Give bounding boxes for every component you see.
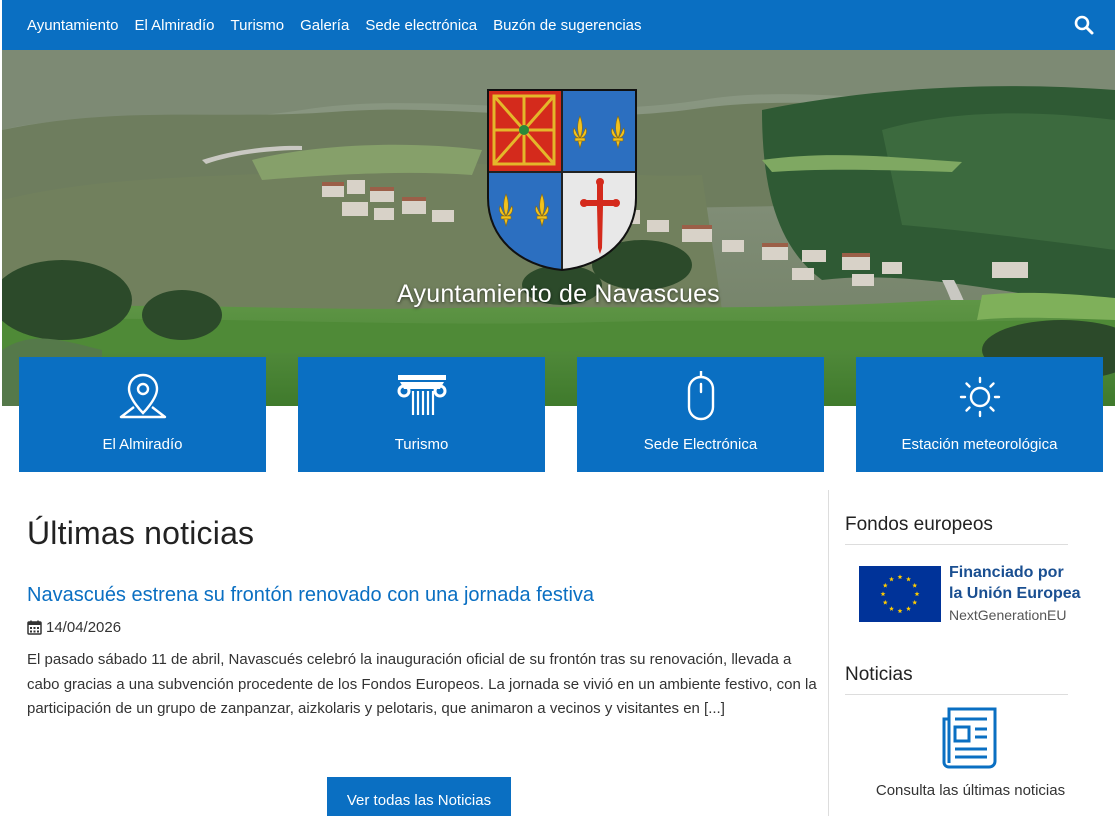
news-title-link[interactable]: Navascués estrena su frontón renovado co… (27, 584, 594, 607)
calendar-icon (27, 620, 42, 635)
tile-sede-electronica[interactable]: Sede Electrónica (577, 357, 824, 472)
nav-item-ayuntamiento[interactable]: Ayuntamiento (27, 17, 118, 34)
map-pin-icon (119, 373, 166, 419)
column-icon (397, 375, 446, 415)
tile-estacion-meteorologica[interactable]: Estación meteorológica (856, 357, 1103, 472)
tile-turismo[interactable]: Turismo (298, 357, 545, 472)
site-title: Ayuntamiento de Navascues (397, 280, 720, 308)
news-sidebar-heading: Noticias (845, 664, 1068, 695)
eu-funding-line-1: Financiado por (949, 564, 1064, 581)
search-icon[interactable] (1073, 14, 1095, 36)
nav-item-sede-electronica[interactable]: Sede electrónica (365, 17, 477, 34)
coat-of-arms-icon (487, 89, 637, 272)
latest-news-link[interactable]: Consulta las últimas noticias (845, 782, 1096, 799)
tile-label: Estación meteorológica (901, 436, 1058, 453)
news-date: 14/04/2026 (27, 619, 121, 636)
tile-label: Sede Electrónica (643, 436, 758, 453)
news-date-text: 14/04/2026 (46, 619, 122, 636)
nav-item-turismo[interactable]: Turismo (231, 17, 285, 34)
newspaper-icon[interactable] (941, 705, 999, 769)
all-news-button[interactable]: Ver todas las Noticias (327, 777, 511, 816)
mouse-icon (687, 371, 714, 421)
nav-item-el-almiradio[interactable]: El Almiradío (134, 17, 214, 34)
nav-item-galeria[interactable]: Galería (300, 17, 349, 34)
eu-funding-line-3: NextGenerationEU (949, 607, 1067, 623)
tile-label: Turismo (394, 436, 449, 453)
hero-banner: Ayuntamiento de Navascues (2, 50, 1115, 406)
sun-icon (959, 376, 1000, 418)
tile-el-almiradio[interactable]: El Almiradío (19, 357, 266, 472)
news-section: Últimas noticias Navascués estrena su fr… (27, 490, 817, 717)
eu-flag-icon[interactable] (859, 566, 941, 622)
sidebar-divider (828, 490, 829, 816)
eu-funding-line-2: la Unión Europea (949, 585, 1081, 602)
section-heading: Últimas noticias (27, 515, 255, 551)
tile-label: El Almiradío (102, 436, 183, 453)
funds-heading: Fondos europeos (845, 514, 1068, 545)
nav-item-buzon-sugerencias[interactable]: Buzón de sugerencias (493, 17, 641, 34)
news-excerpt: El pasado sábado 11 de abril, Navascués … (27, 651, 817, 717)
top-navigation-bar: Ayuntamiento El Almiradío Turismo Galerí… (2, 0, 1115, 50)
